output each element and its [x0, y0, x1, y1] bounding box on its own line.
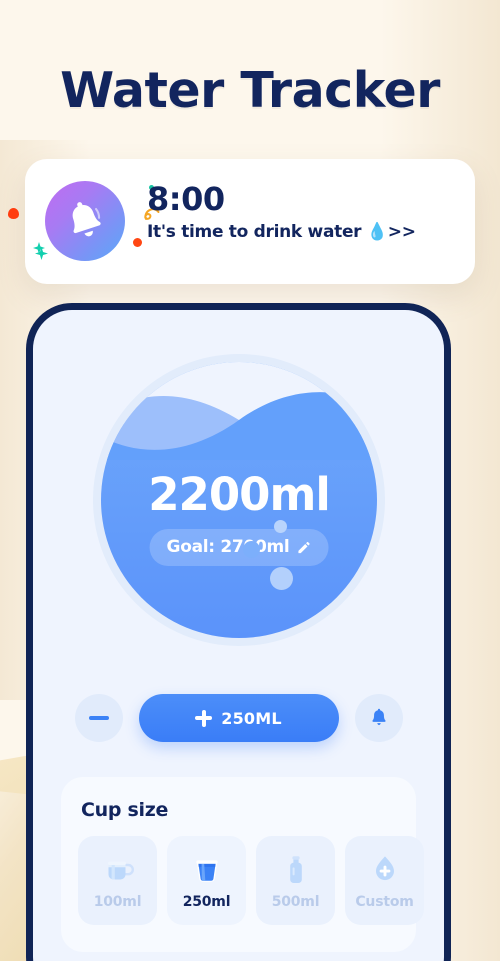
confetti-red-dot [133, 238, 142, 247]
cup-option-custom[interactable]: Custom [345, 836, 424, 925]
add-water-button[interactable]: 250ML [138, 694, 339, 742]
notification-time: 8:00 [147, 180, 225, 218]
water-bubble [274, 520, 287, 533]
droplet-plus-icon [375, 855, 394, 880]
notification-message-text: It's time to drink water [147, 221, 367, 242]
page-title: Water Tracker [60, 62, 440, 119]
notification-bell-badge [45, 181, 125, 261]
cup-option-label: 500ml [271, 893, 320, 910]
confetti-outside-red-dot [8, 208, 19, 219]
plus-icon [195, 709, 213, 727]
bell-icon [371, 708, 386, 726]
bell-icon [72, 202, 101, 237]
water-amount-value: 2200ml [148, 468, 331, 521]
phone-mockup: 2200ml Goal: 2700ml 250ML Cup size 100ml… [26, 303, 451, 961]
water-progress-circle[interactable]: 2200ml Goal: 2700ml [101, 362, 377, 638]
chevron-double-right-icon: >> [387, 221, 416, 242]
cup-icon [195, 859, 218, 882]
action-row: 250ML [33, 694, 444, 742]
water-drop-icon: 💧 [366, 221, 388, 242]
water-bubble [243, 541, 260, 558]
water-bubble [270, 567, 293, 590]
cup-option-100ml[interactable]: 100ml [78, 836, 157, 925]
water-wave-icon [101, 392, 377, 460]
cup-option-label: 250ml [182, 893, 231, 910]
add-water-label: 250ML [221, 708, 282, 728]
notification-card[interactable]: 8:00 It's time to drink water 💧>> [25, 159, 475, 284]
phone-screen: 2200ml Goal: 2700ml 250ML Cup size 100ml… [33, 310, 444, 961]
cup-option-label: Custom [355, 893, 414, 910]
cup-size-card: Cup size 100ml 250ml 500ml Custom [61, 777, 424, 952]
cup-size-title: Cup size [81, 799, 169, 821]
goal-pill[interactable]: Goal: 2700ml [149, 529, 329, 566]
reminder-button[interactable] [354, 694, 403, 742]
cup-size-options: 100ml 250ml 500ml Custom [78, 836, 424, 925]
decrease-water-button[interactable] [74, 694, 123, 742]
bottle-icon [289, 855, 302, 883]
notification-text-group: 8:00 It's time to drink water 💧>> [147, 181, 416, 242]
goal-label: Goal: 2700ml [166, 537, 290, 557]
cup-option-250ml[interactable]: 250ml [167, 836, 246, 925]
pencil-icon[interactable] [296, 540, 311, 555]
minus-icon [88, 716, 109, 720]
cup-option-500ml[interactable]: 500ml [256, 836, 335, 925]
cup-option-label: 100ml [93, 893, 142, 910]
notification-message: It's time to drink water 💧>> [147, 222, 416, 242]
mug-icon [107, 861, 134, 879]
